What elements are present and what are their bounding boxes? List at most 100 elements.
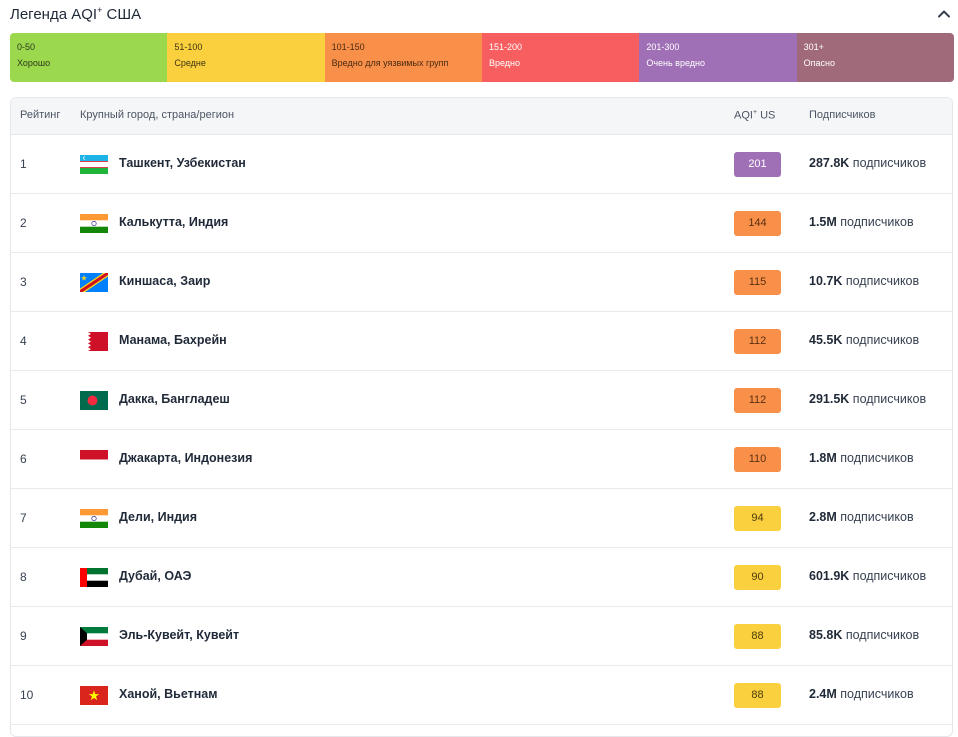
rank-cell: 4 — [20, 334, 27, 348]
legend-segment: 51-100 Средне — [167, 33, 325, 82]
followers-count: 291.5K — [809, 392, 850, 406]
india-flag-icon — [80, 214, 108, 233]
legend-segment: 301+ Опасно — [796, 33, 954, 82]
table-row[interactable]: 1 Ташкент, Узбекистан 201 287.8K подписчико… — [11, 135, 952, 194]
city-name-link[interactable]: Дакка, Бангладеш — [119, 392, 230, 406]
legend-segment: 201-300 Очень вредно — [639, 33, 797, 82]
legend-range: 151-200 — [488, 42, 523, 52]
followers-cell: 10.7K подписчиков — [809, 274, 919, 288]
aqi-badge: 112 — [734, 388, 781, 413]
followers-count: 1.5M — [809, 215, 837, 229]
followers-count: 1.8M — [809, 451, 837, 465]
rank-cell: 8 — [20, 570, 27, 584]
rank-cell: 3 — [20, 275, 27, 289]
city-name-link[interactable]: Дубай, ОАЭ — [119, 569, 191, 583]
rank-cell: 7 — [20, 511, 27, 525]
followers-cell: 287.8K подписчиков — [809, 156, 926, 170]
aqi-badge: 144 — [734, 211, 781, 236]
dr-congo-flag-icon — [80, 273, 108, 292]
rank-cell: 9 — [20, 629, 27, 643]
india-flag-icon — [80, 509, 108, 528]
vietnam-flag-icon — [80, 686, 108, 705]
followers-label: подписчиков — [845, 628, 920, 642]
header-rank: Рейтинг — [20, 109, 61, 121]
legend-title-suffix: США — [102, 6, 142, 23]
aqi-badge: 112 — [734, 329, 781, 354]
table-row[interactable]: 3 Киншаса, Заир 115 10.7K подписчиков — [11, 253, 952, 312]
aqi-badge: 94 — [734, 506, 781, 531]
legend-label: Средне — [174, 58, 206, 68]
legend-header: Легенда AQI+ США — [10, 0, 954, 32]
followers-count: 85.8K — [809, 628, 843, 642]
followers-label: подписчиков — [845, 333, 920, 347]
bahrain-flag-icon — [80, 332, 108, 351]
table-row[interactable]: 10 Ханой, Вьетнам 88 2.4M подписчиков — [11, 666, 952, 725]
followers-label: подписчиков — [845, 274, 920, 288]
chevron-up-icon[interactable] — [936, 6, 952, 22]
aqi-legend-bar: 0-50 Хорошо 51-100 Средне 101-150 Вредно для … — [10, 33, 954, 82]
followers-label: подписчиков — [840, 215, 914, 229]
city-name-link[interactable]: Манама, Бахрейн — [119, 333, 227, 347]
table-body: 1 Ташкент, Узбекистан 201 287.8K подписчико… — [11, 135, 952, 725]
uae-flag-icon — [80, 568, 108, 587]
followers-label: подписчиков — [840, 687, 914, 701]
legend-label: Хорошо — [17, 58, 51, 68]
followers-label: подписчиков — [852, 392, 927, 406]
table-row[interactable]: 7 Дели, Индия 94 2.8M подписчиков — [11, 489, 952, 548]
city-name-link[interactable]: Дели, Индия — [119, 510, 197, 524]
followers-cell: 1.8M подписчиков — [809, 451, 914, 465]
rank-cell: 10 — [20, 688, 34, 702]
table-header: Рейтинг Крупный город, страна/регион AQI… — [11, 98, 952, 135]
header-city: Крупный город, страна/регион — [80, 109, 235, 121]
aqi-badge: 88 — [734, 624, 781, 649]
city-ranking-table: Рейтинг Крупный город, страна/регион AQI… — [10, 97, 953, 737]
indonesia-flag-icon — [80, 450, 108, 469]
city-name-link[interactable]: Киншаса, Заир — [119, 274, 210, 288]
followers-label: подписчиков — [840, 510, 914, 524]
followers-cell: 2.4M подписчиков — [809, 687, 914, 701]
rank-cell: 2 — [20, 216, 27, 230]
aqi-badge: 88 — [734, 683, 781, 708]
followers-cell: 85.8K подписчиков — [809, 628, 919, 642]
table-row[interactable]: 4 Манама, Бахрейн 112 45.5K подписчиков — [11, 312, 952, 371]
followers-count: 10.7K — [809, 274, 843, 288]
legend-label: Очень вредно — [646, 58, 705, 68]
rank-cell: 5 — [20, 393, 27, 407]
followers-count: 601.9K — [809, 569, 850, 583]
city-name-link[interactable]: Джакарта, Индонезия — [119, 451, 252, 465]
bangladesh-flag-icon — [80, 391, 108, 410]
legend-title-prefix: Легенда AQI — [10, 6, 98, 23]
followers-count: 2.4M — [809, 687, 837, 701]
table-row[interactable]: 2 Калькутта, Индия 144 1.5M подписчиков — [11, 194, 952, 253]
followers-label: подписчиков — [852, 156, 927, 170]
aqi-badge: 110 — [734, 447, 781, 472]
followers-count: 45.5K — [809, 333, 843, 347]
uzbekistan-flag-icon — [80, 155, 108, 174]
table-row[interactable]: 6 Джакарта, Индонезия 110 1.8M подписчиков — [11, 430, 952, 489]
header-aqi: AQI+ US — [734, 109, 775, 122]
city-name-link[interactable]: Ташкент, Узбекистан — [119, 156, 246, 170]
legend-segment: 0-50 Хорошо — [10, 33, 168, 82]
legend-label: Вредно — [488, 58, 521, 68]
legend-segment: 151-200 Вредно — [481, 33, 640, 82]
header-aqi-prefix: AQI — [734, 109, 753, 122]
table-row[interactable]: 5 Дакка, Бангладеш 112 291.5K подписчиков — [11, 371, 952, 430]
city-name-link[interactable]: Ханой, Вьетнам — [119, 687, 217, 701]
city-name-link[interactable]: Калькутта, Индия — [119, 215, 228, 229]
followers-label: подписчиков — [852, 569, 927, 583]
legend-segment: 101-150 Вредно для уязвимых групп — [324, 33, 482, 82]
followers-label: подписчиков — [840, 451, 914, 465]
rank-cell: 6 — [20, 452, 27, 466]
table-row[interactable]: 9 Эль-Кувейт, Кувейт 88 85.8K подписчиков — [11, 607, 952, 666]
legend-title: Легенда AQI+ США — [10, 5, 141, 23]
legend-range: 0-50 — [17, 42, 36, 52]
legend-range: 101-150 — [331, 42, 365, 52]
rank-cell: 1 — [20, 157, 27, 171]
followers-cell: 291.5K подписчиков — [809, 392, 926, 406]
legend-range: 201-300 — [646, 42, 680, 52]
followers-count: 287.8K — [809, 156, 850, 170]
city-name-link[interactable]: Эль-Кувейт, Кувейт — [119, 628, 239, 642]
table-row[interactable]: 8 Дубай, ОАЭ 90 601.9K подписчиков — [11, 548, 952, 607]
aqi-badge: 201 — [734, 152, 781, 177]
followers-cell: 2.8M подписчиков — [809, 510, 914, 524]
